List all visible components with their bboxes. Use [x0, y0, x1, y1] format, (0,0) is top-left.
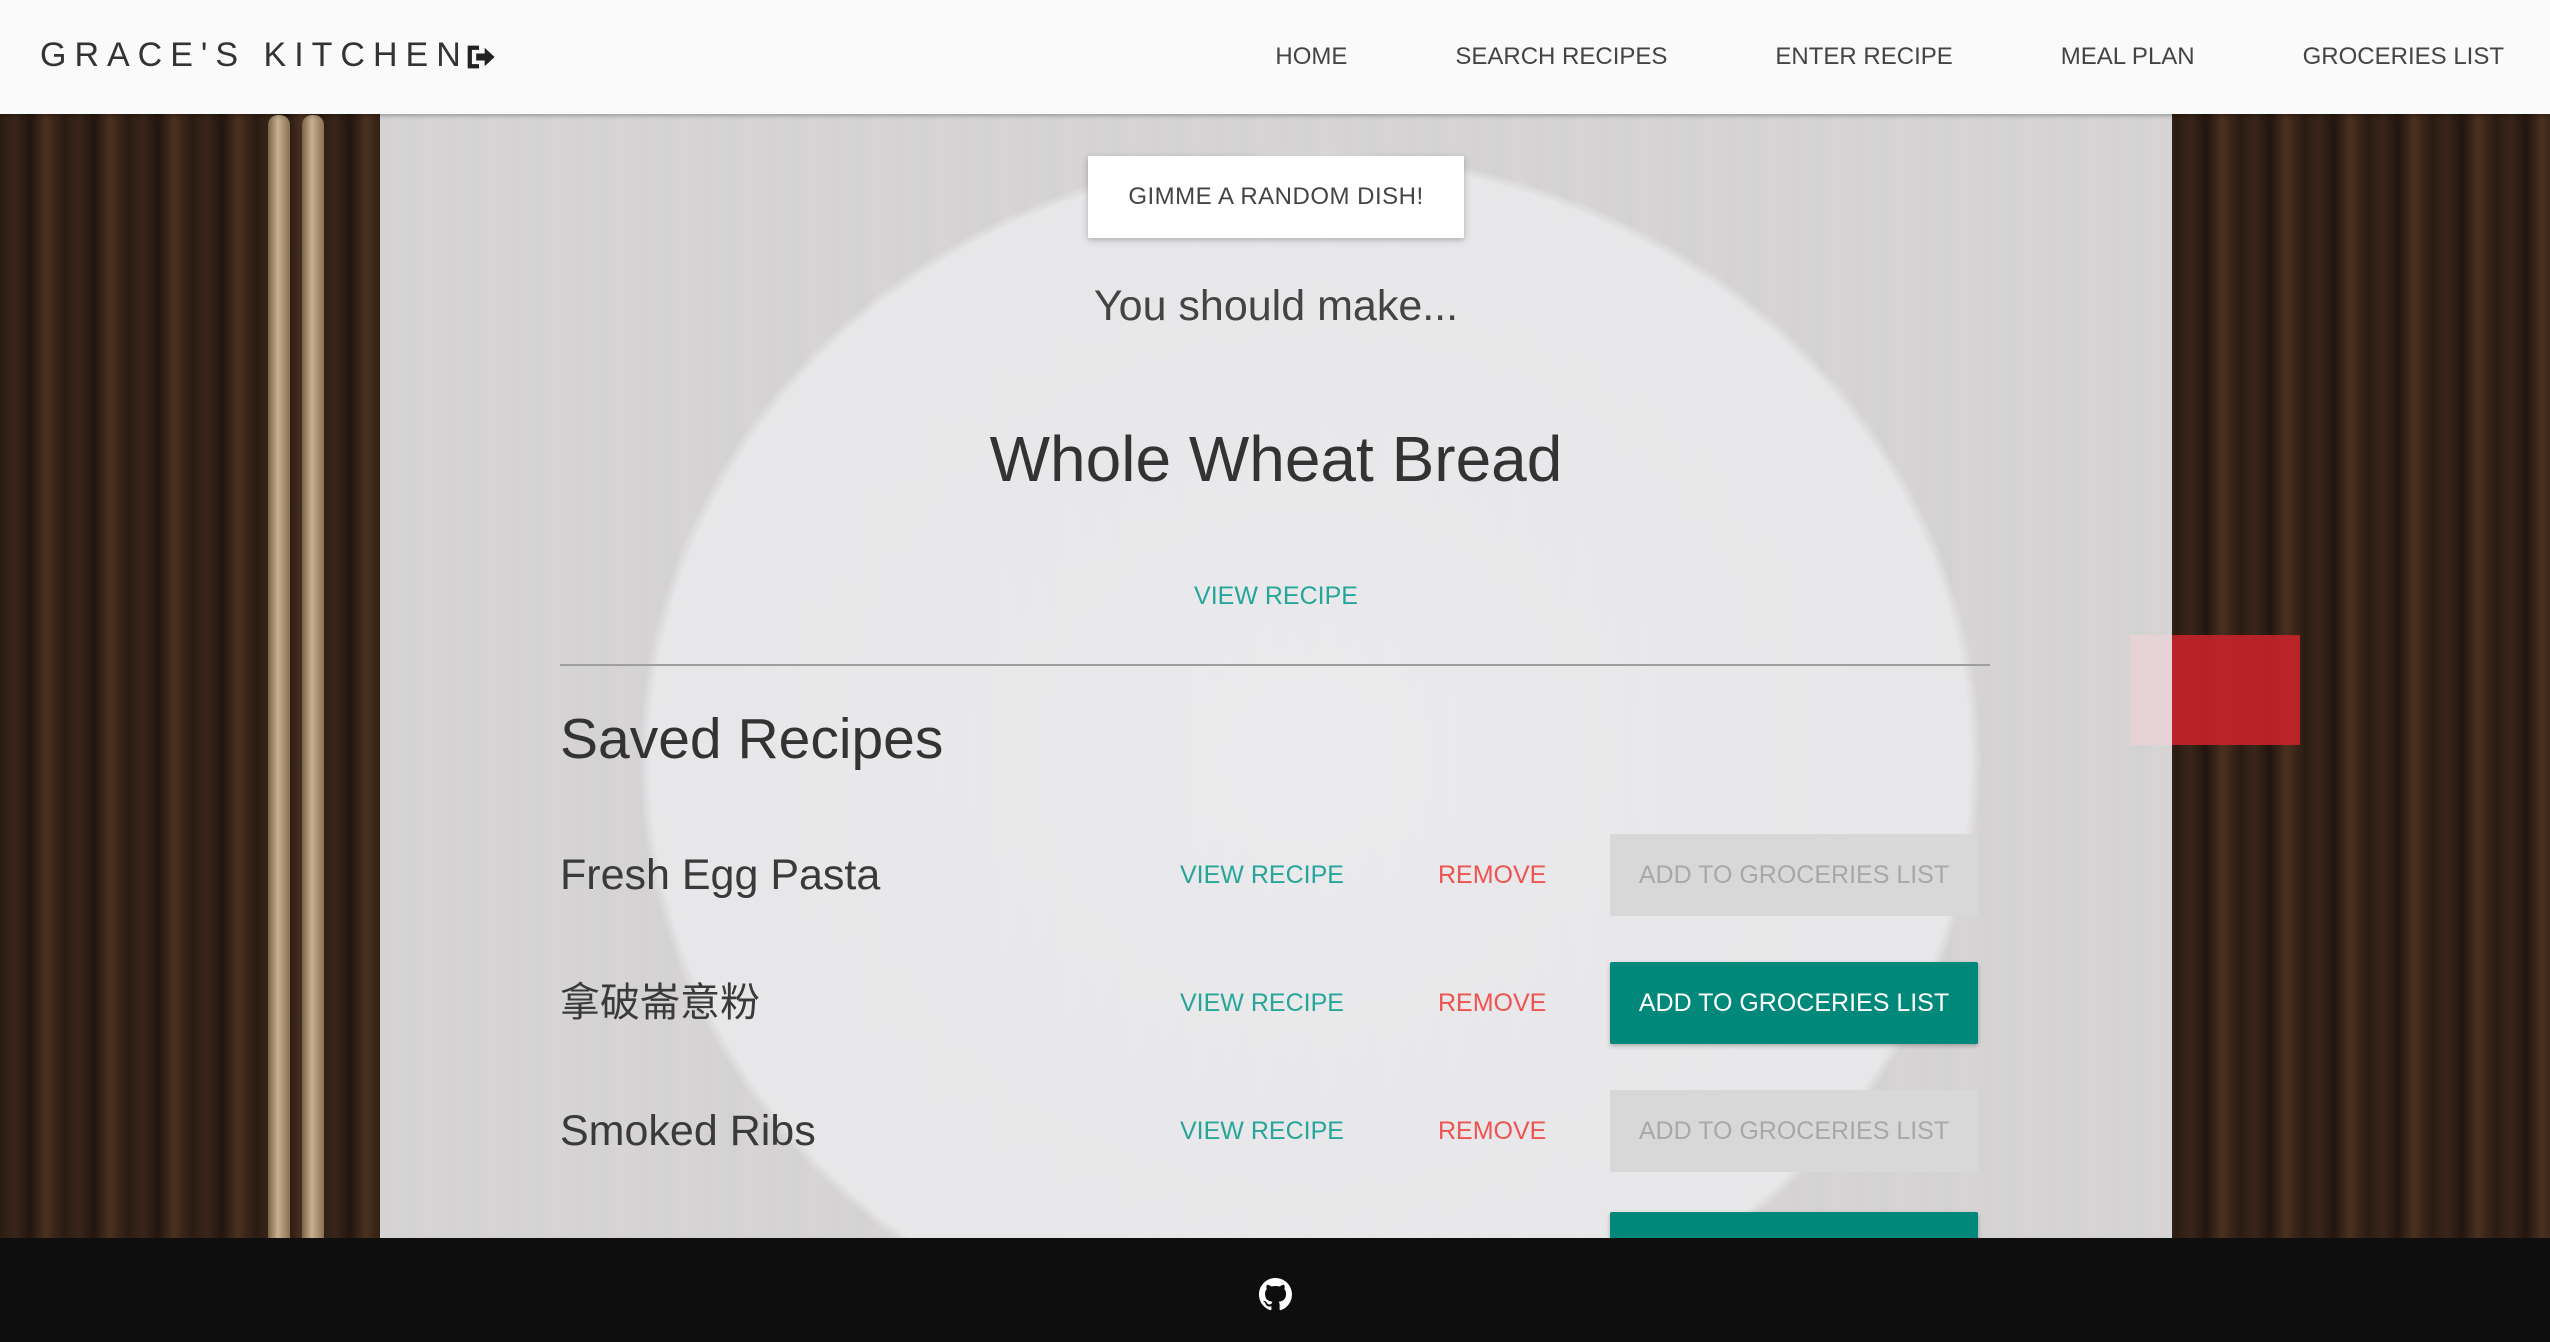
sign-out-icon[interactable]: [462, 40, 496, 74]
nav-links: HOME SEARCH RECIPES ENTER RECIPE MEAL PL…: [1221, 0, 2550, 114]
random-view-recipe-link: VIEW RECIPE: [380, 582, 2172, 611]
random-dish-name: Whole Wheat Bread: [989, 423, 1563, 495]
recipe-name: Smoked Ribs: [560, 1107, 816, 1155]
add-to-groceries-button[interactable]: ADD TO GROCERIES LIST: [1610, 834, 1978, 916]
saved-recipe-row: Smoked Ribs VIEW RECIPE REMOVE ADD TO GR…: [560, 1090, 1980, 1172]
recipe-name: Fresh Egg Pasta: [560, 851, 881, 899]
remove-link[interactable]: REMOVE: [1438, 834, 1546, 916]
github-icon[interactable]: [1259, 1278, 1292, 1311]
navbar: GRACE'S KITCHEN HOME SEARCH RECIPES ENTE…: [0, 0, 2550, 114]
saved-recipes-title: Saved Recipes: [560, 707, 944, 771]
saved-recipe-row: Fresh Egg Pasta VIEW RECIPE REMOVE ADD T…: [560, 834, 1980, 916]
random-dish-button[interactable]: GIMME A RANDOM DISH!: [1088, 156, 1464, 238]
recipe-name: 拿破崙意粉: [560, 980, 760, 1026]
nav-enter-recipe[interactable]: ENTER RECIPE: [1721, 43, 2006, 71]
random-view-recipe-label[interactable]: VIEW RECIPE: [1194, 582, 1358, 610]
remove-link[interactable]: REMOVE: [1438, 1090, 1546, 1172]
suggestion-prompt: You should make...: [1093, 282, 1459, 330]
divider: [560, 664, 1990, 666]
view-recipe-link[interactable]: VIEW RECIPE: [1180, 1090, 1344, 1172]
view-recipe-link[interactable]: VIEW RECIPE: [1180, 834, 1344, 916]
brand-logo[interactable]: GRACE'S KITCHEN: [40, 36, 469, 75]
nav-groceries-list[interactable]: GROCERIES LIST: [2249, 43, 2550, 71]
main-panel: GIMME A RANDOM DISH! You should make... …: [380, 114, 2172, 1294]
add-to-groceries-button[interactable]: ADD TO GROCERIES LIST: [1610, 1090, 1978, 1172]
remove-link[interactable]: REMOVE: [1438, 962, 1546, 1044]
chopstick-left: [268, 115, 290, 1265]
nav-home[interactable]: HOME: [1221, 43, 1401, 71]
view-recipe-link[interactable]: VIEW RECIPE: [1180, 962, 1344, 1044]
chopstick-right: [302, 115, 324, 1265]
nav-search-recipes[interactable]: SEARCH RECIPES: [1401, 43, 1721, 71]
add-to-groceries-button[interactable]: ADD TO GROCERIES LIST: [1610, 962, 1978, 1044]
saved-recipe-row: 拿破崙意粉 VIEW RECIPE REMOVE ADD TO GROCERIE…: [560, 962, 1980, 1044]
nav-meal-plan[interactable]: MEAL PLAN: [2007, 43, 2249, 71]
